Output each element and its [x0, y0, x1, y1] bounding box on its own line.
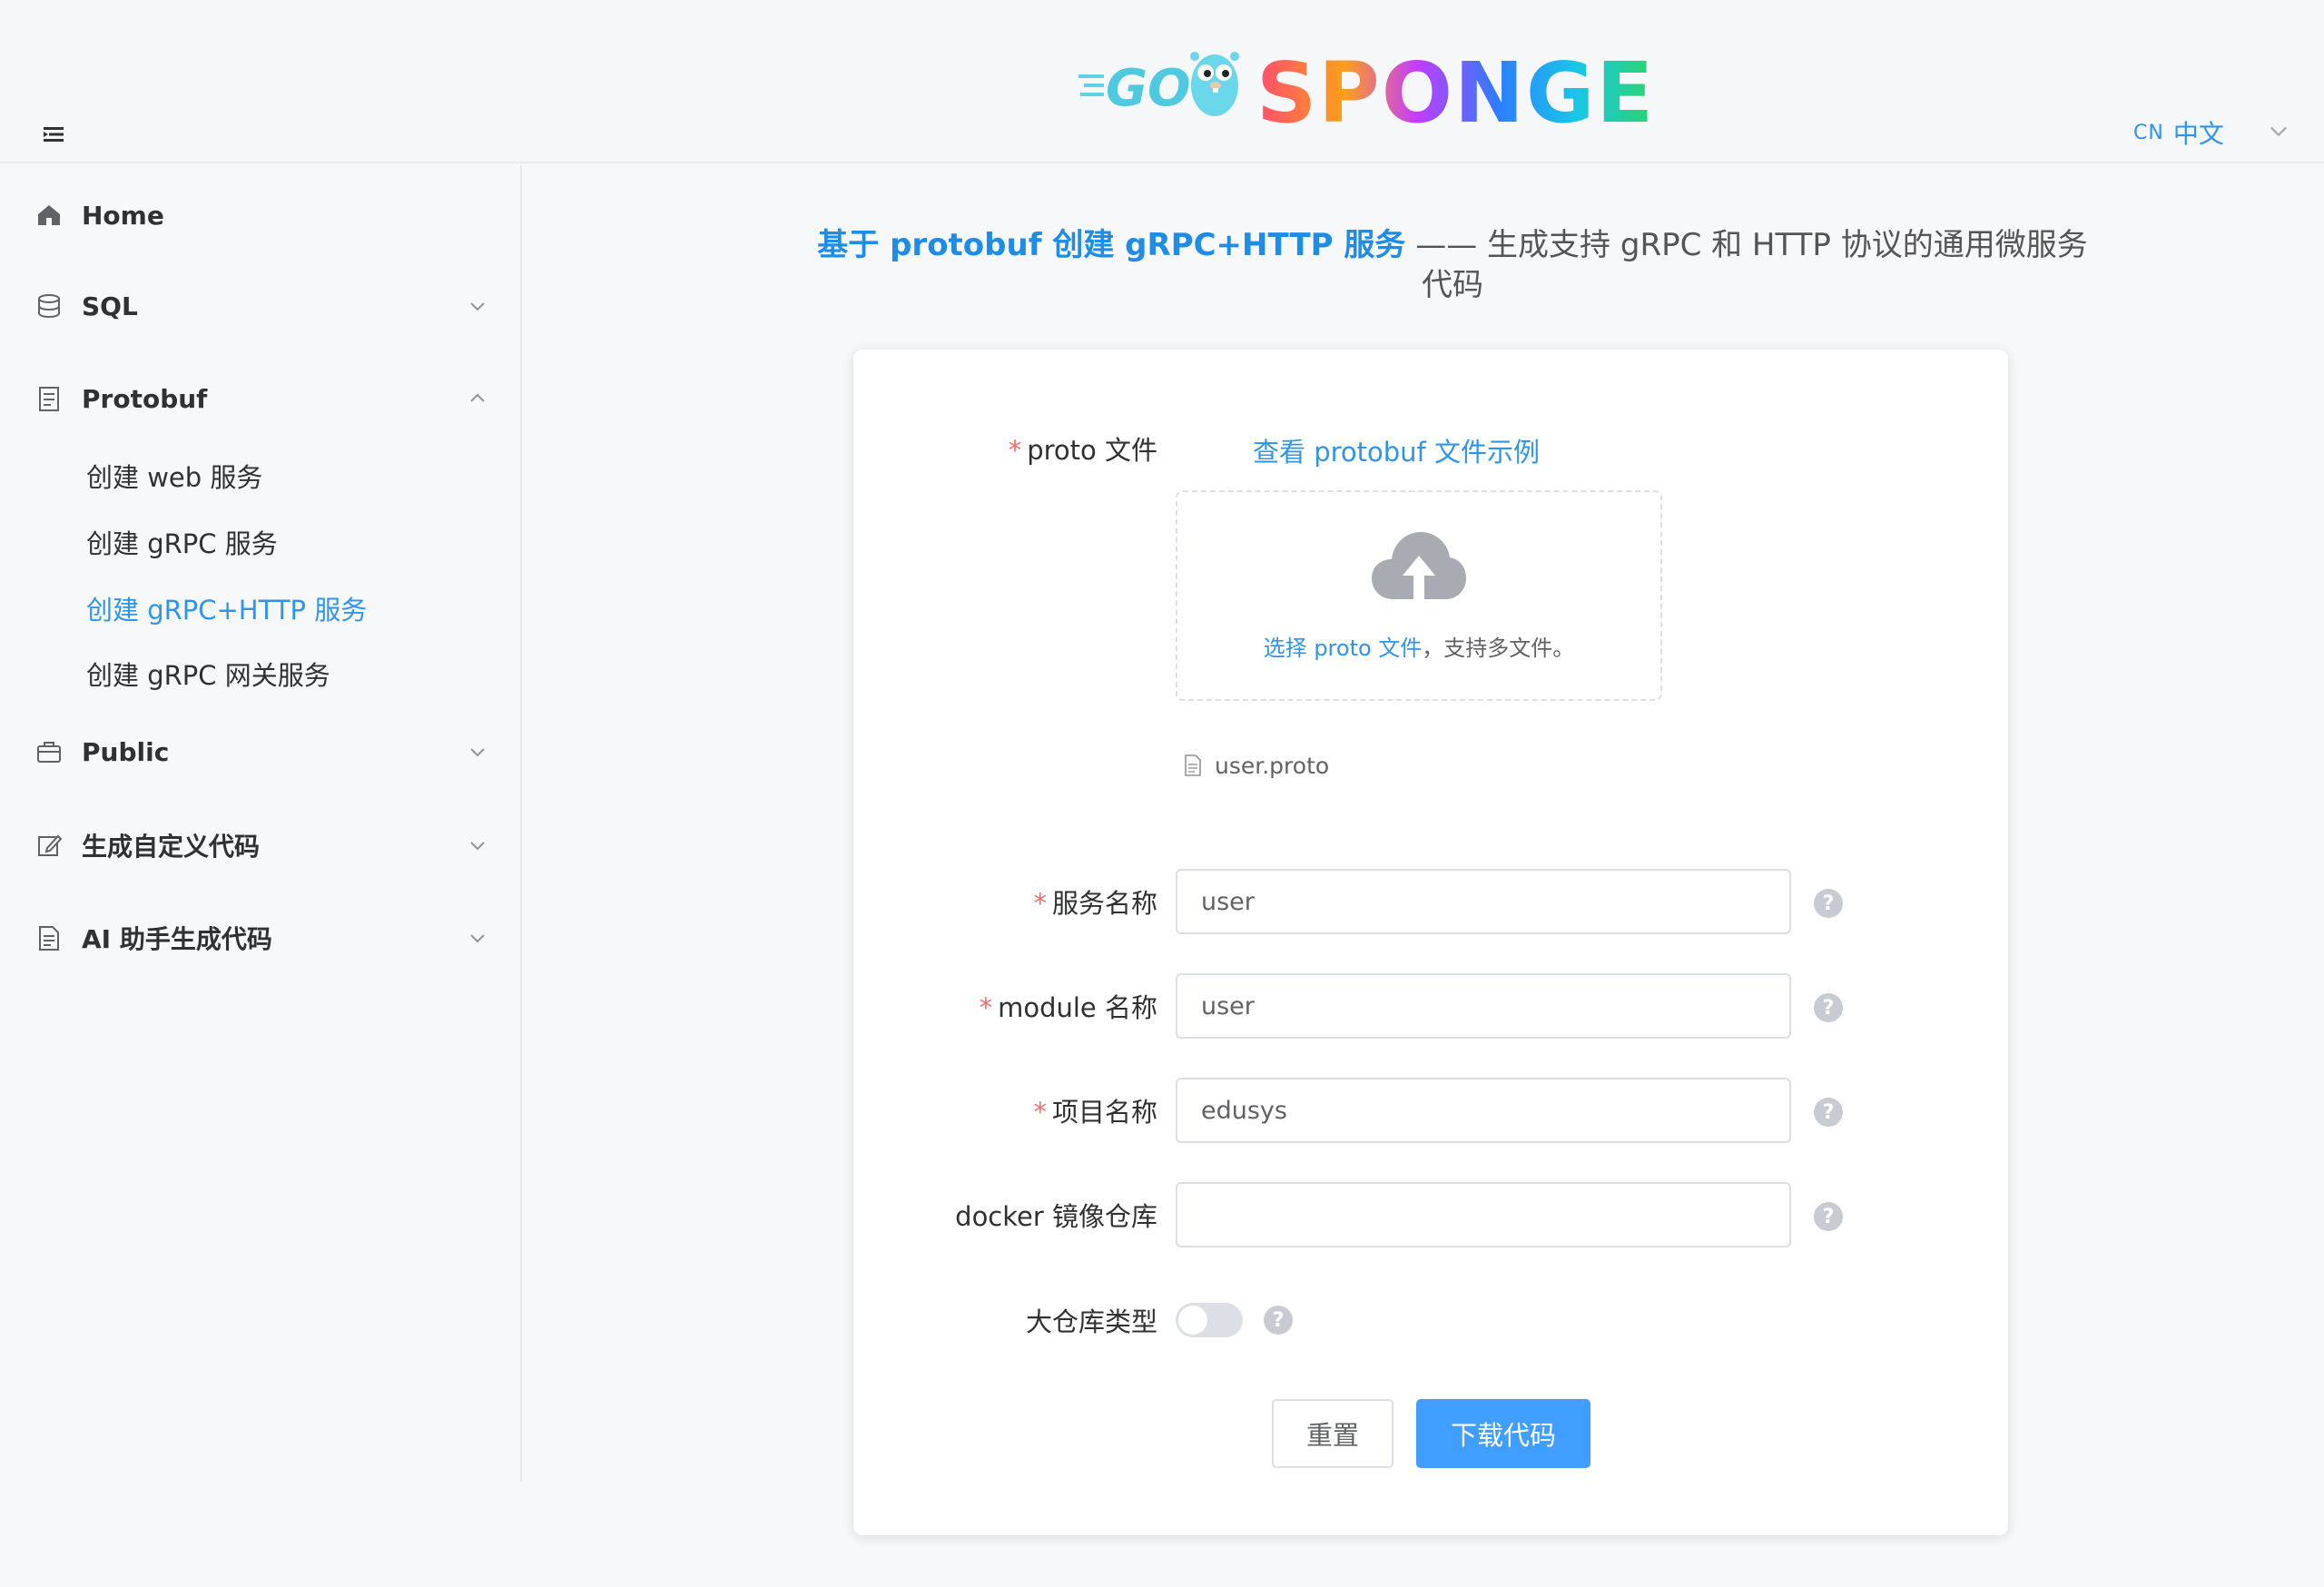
module-name-label: * module 名称 [979, 992, 1157, 1023]
file-icon [1185, 754, 1201, 776]
form-card: * proto 文件 查看 protobuf 文件示例 选择 proto 文件，支… [853, 350, 2008, 1535]
service-name-input[interactable]: user [1176, 869, 1791, 934]
docker-registry-label: docker 镜像仓库 [955, 1201, 1157, 1232]
chevron-down-icon [470, 302, 485, 311]
language-switcher[interactable]: CN 中文 [2133, 114, 2224, 151]
sidebar-item-ai-assistant[interactable]: AI 助手生成代码 [0, 906, 522, 970]
sidebar-subitem-create-grpc-gateway-service[interactable]: 创建 gRPC 网关服务 [0, 646, 522, 701]
svg-text:GO: GO [1106, 59, 1191, 118]
help-icon[interactable]: ? [1814, 1098, 1843, 1127]
chevron-down-icon [470, 934, 485, 943]
help-icon[interactable]: ? [1814, 993, 1843, 1022]
download-code-button[interactable]: 下载代码 [1416, 1399, 1590, 1468]
sidebar-item-sql[interactable]: SQL [0, 274, 522, 338]
database-icon [38, 294, 60, 319]
service-name-label: * 服务名称 [1033, 888, 1157, 919]
sidebar-subitem-label: 创建 gRPC 网关服务 [86, 660, 330, 691]
sidebar-item-label: SQL [82, 291, 138, 321]
chevron-down-icon [470, 842, 485, 851]
page-title: 基于 protobuf 创建 gRPC+HTTP 服务 —— 生成支持 gRPC… [817, 225, 2088, 305]
sidebar-item-label: Home [82, 200, 164, 231]
sidebar-subitem-label: 创建 web 服务 [86, 462, 263, 493]
upload-select-link[interactable]: 选择 proto 文件 [1264, 636, 1423, 661]
sidebar-subitem-create-web-service[interactable]: 创建 web 服务 [0, 448, 522, 503]
sidebar-item-home[interactable]: Home [0, 183, 522, 247]
home-icon [38, 205, 60, 225]
page-title-description: —— 生成支持 gRPC 和 HTTP 协议的通用微服务代码 [1405, 227, 2088, 303]
sidebar-item-label: AI 助手生成代码 [82, 924, 272, 954]
help-icon[interactable]: ? [1814, 1202, 1843, 1231]
help-icon[interactable]: ? [1814, 889, 1843, 918]
sidebar-item-label: 生成自定义代码 [82, 832, 261, 862]
sponge-logo: GO SPONGE [1078, 44, 1650, 131]
chevron-down-icon[interactable] [2266, 118, 2291, 143]
uploaded-file-name: user.proto [1215, 752, 1330, 779]
help-icon[interactable]: ? [1264, 1306, 1293, 1335]
sidebar-item-public[interactable]: Public [0, 720, 522, 784]
sidebar-subitem-create-grpc-http-service[interactable]: 创建 gRPC+HTTP 服务 [0, 581, 522, 636]
docker-registry-input[interactable] [1176, 1182, 1791, 1247]
cloud-upload-icon [1372, 532, 1466, 599]
project-name-input[interactable]: edusys [1176, 1078, 1791, 1143]
language-code: CN [2133, 121, 2164, 144]
document-icon [39, 387, 59, 411]
sidebar-item-custom-code[interactable]: 生成自定义代码 [0, 813, 522, 877]
svg-text:SPONGE: SPONGE [1256, 44, 1650, 131]
toggle-knob [1178, 1306, 1207, 1335]
sidebar-subitem-label: 创建 gRPC+HTTP 服务 [86, 595, 368, 626]
document-icon [39, 926, 59, 951]
protobuf-sample-link[interactable]: 查看 protobuf 文件示例 [1253, 431, 1540, 469]
uploaded-file-item[interactable]: user.proto [1184, 749, 1329, 782]
page-title-highlight: 基于 protobuf 创建 gRPC+HTTP 服务 [817, 227, 1406, 263]
briefcase-icon [37, 742, 61, 763]
reset-button[interactable]: 重置 [1272, 1399, 1393, 1468]
menu-toggle-icon[interactable] [40, 122, 69, 147]
sidebar-item-protobuf[interactable]: Protobuf [0, 367, 522, 430]
edit-icon [38, 834, 63, 856]
sidebar-item-label: Protobuf [82, 383, 208, 414]
sidebar-item-label: Public [82, 736, 170, 767]
sidebar: Home SQL Protobuf 创建 web 服务 创建 gRPC 服务 创… [0, 165, 522, 1482]
top-header: GO SPONGE CN 中文 [0, 0, 2324, 163]
upload-instruction: 选择 proto 文件，支持多文件。 [1263, 636, 1575, 661]
sidebar-subitem-label: 创建 gRPC 服务 [86, 528, 278, 559]
language-label: 中文 [2172, 119, 2224, 149]
chevron-down-icon [470, 748, 485, 757]
monorepo-type-label: 大仓库类型 [1025, 1306, 1157, 1337]
proto-upload-dropzone[interactable]: 选择 proto 文件，支持多文件。 [1176, 490, 1662, 701]
sidebar-subitem-create-grpc-service[interactable]: 创建 gRPC 服务 [0, 515, 522, 569]
chevron-up-icon [470, 393, 485, 402]
monorepo-toggle[interactable] [1176, 1303, 1243, 1337]
module-name-input[interactable]: user [1176, 973, 1791, 1039]
project-name-label: * 项目名称 [1033, 1097, 1157, 1128]
proto-file-label: * proto 文件 [1008, 435, 1157, 466]
